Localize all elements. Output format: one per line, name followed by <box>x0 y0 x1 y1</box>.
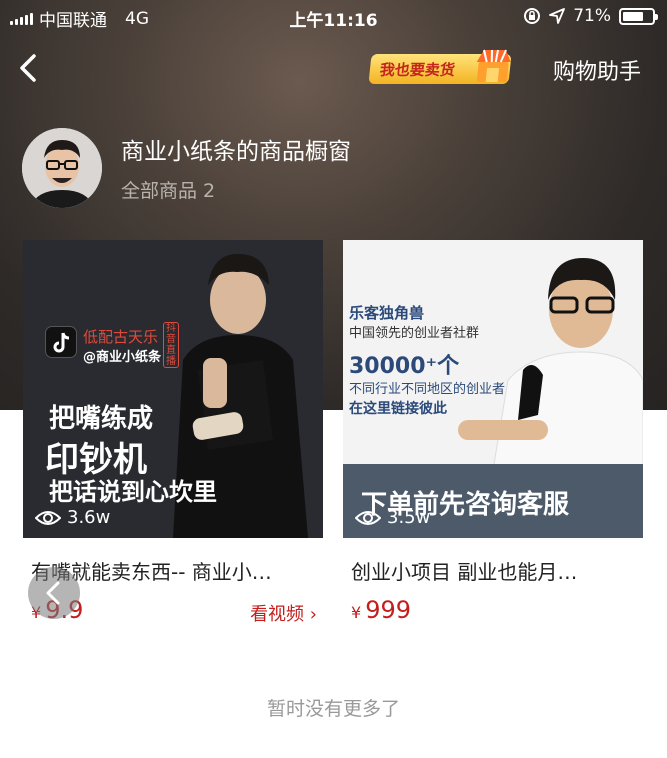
currency-symbol: ¥ <box>351 603 362 622</box>
poster-line-3: 把话说到心坎里 <box>49 477 217 506</box>
product-title[interactable]: 创业小项目 副业也能月… <box>351 556 641 585</box>
poster-line-2: 在这里链接彼此 <box>349 401 447 417</box>
sell-goods-button[interactable]: 我也要卖货 <box>368 49 512 84</box>
poster-subtitle: 中国领先的创业者社群 <box>349 326 480 341</box>
watch-video-link[interactable]: 看视频 › <box>250 600 317 626</box>
status-bar: 中国联通 4G 上午11:16 71% <box>0 0 667 34</box>
rotation-lock-icon <box>524 8 541 24</box>
nav-bar: 我也要卖货 购物助手 <box>0 40 667 96</box>
chevron-left-icon <box>20 54 36 82</box>
eye-icon <box>355 510 381 525</box>
poster-line-1: 不同行业不同地区的创业者 <box>349 382 506 397</box>
poster-tag: 抖音直播 <box>163 322 179 368</box>
poster-line-1: 把嘴练成 <box>49 404 154 434</box>
product-price: ¥999 <box>351 596 411 624</box>
view-count: 3.5w <box>355 507 430 528</box>
battery-icon <box>619 7 658 25</box>
watch-video-label: 看视频 <box>250 604 305 625</box>
shopping-assistant-button[interactable]: 购物助手 <box>553 54 641 86</box>
eye-icon <box>35 510 61 525</box>
price-value: 999 <box>365 596 411 624</box>
shop-title: 商业小纸条的商品橱窗 <box>121 139 351 165</box>
product-image[interactable]: 乐客独角兽 中国领先的创业者社群 30000⁺个 不同行业不同地区的创业者 在这… <box>343 240 643 538</box>
sell-goods-label: 我也要卖货 <box>379 60 456 79</box>
floating-back-button[interactable] <box>28 567 80 619</box>
battery-percent: 71% <box>573 6 611 26</box>
poster-tiktok-name: 低配古天乐 <box>83 328 159 346</box>
poster-tiktok-handle: @商业小纸条 <box>83 350 162 365</box>
product-image[interactable]: 低配古天乐 @商业小纸条 抖音直播 把嘴练成 印钞机 把话说到心坎里 3.6w <box>23 240 323 538</box>
poster-brand: 乐客独角兽 <box>349 304 425 322</box>
chevron-left-icon <box>46 581 60 605</box>
view-count-value: 3.5w <box>387 507 431 528</box>
end-of-list-text: 暂时没有更多了 <box>266 698 400 720</box>
poster-big-number: 30000⁺个 <box>349 354 460 379</box>
back-button[interactable] <box>12 50 44 86</box>
battery-fill <box>623 11 643 21</box>
view-count: 3.6w <box>35 507 110 528</box>
product-count: 全部商品 2 <box>121 180 216 202</box>
view-count-value: 3.6w <box>67 507 111 528</box>
shop-icon <box>476 49 511 82</box>
tiktok-logo-icon <box>45 326 77 358</box>
chevron-right-icon: › <box>309 604 317 625</box>
avatar[interactable] <box>22 128 102 208</box>
location-icon <box>549 8 566 24</box>
